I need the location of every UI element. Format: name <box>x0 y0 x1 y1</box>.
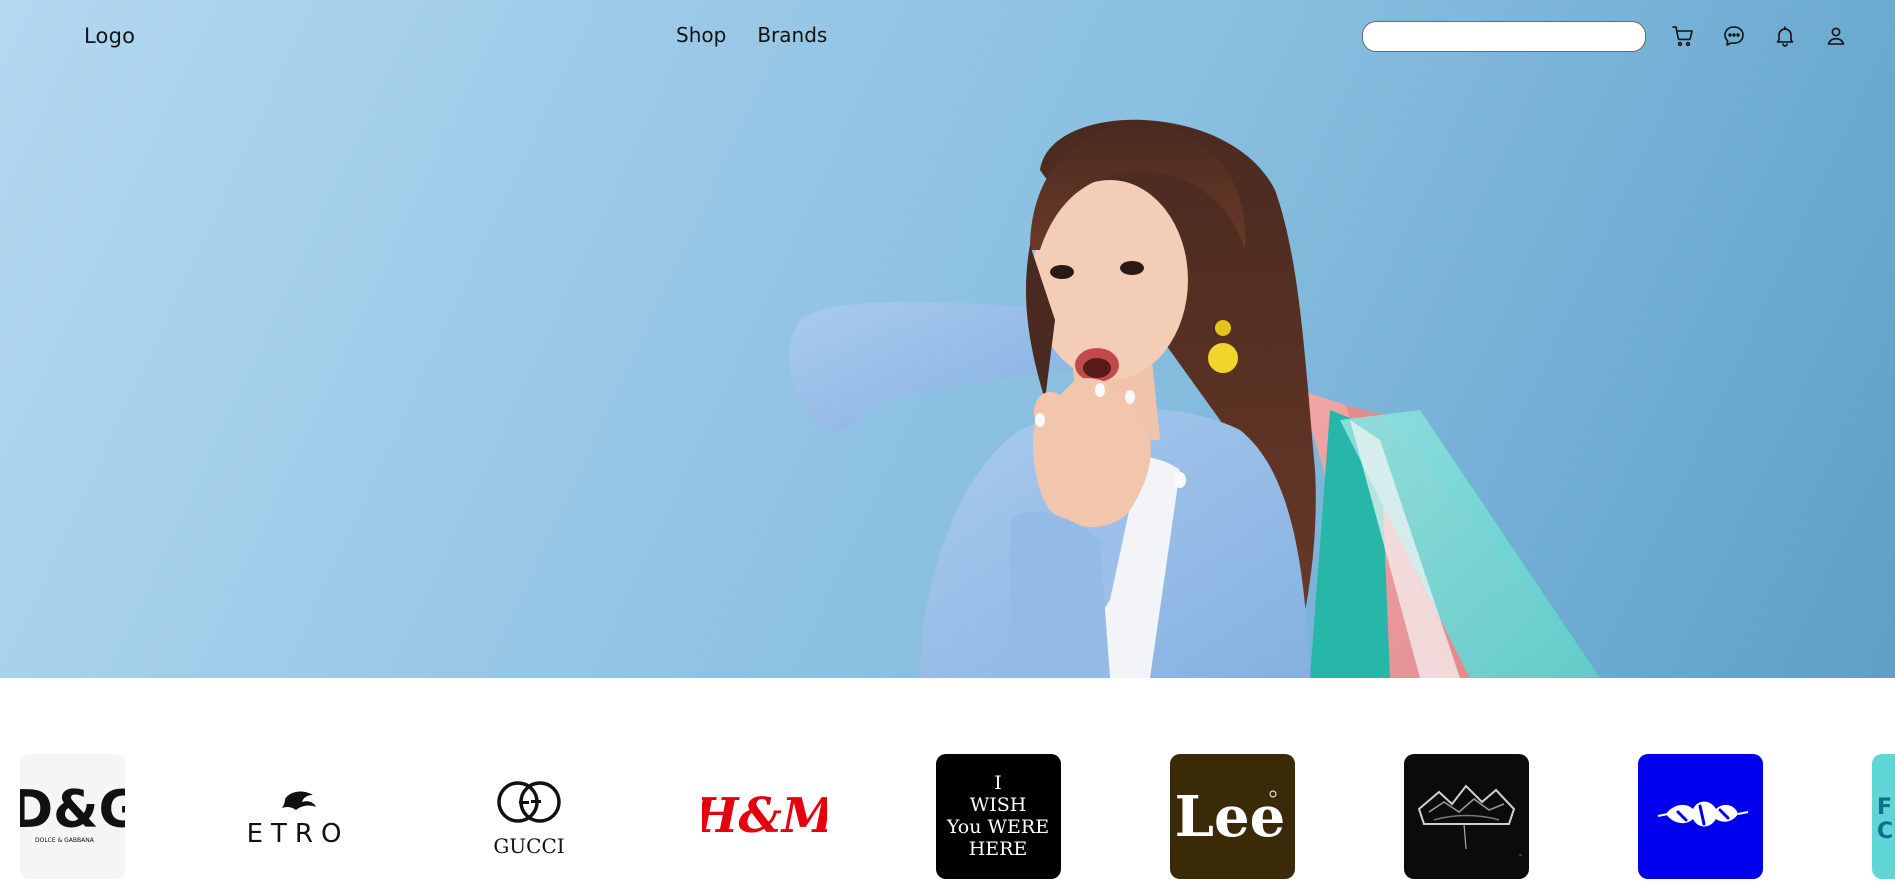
brand-logo-lee[interactable]: Lee <box>1170 754 1295 879</box>
brand-logo-partial[interactable]: F C <box>1872 754 1895 879</box>
brand-iwish-line3: You WERE <box>946 816 1049 838</box>
site-logo[interactable]: Logo <box>84 24 135 48</box>
brand-logo-etro[interactable]: ETRO <box>233 754 363 879</box>
brand-etro-text: ETRO <box>247 819 350 849</box>
brand-logo-dg[interactable]: D&G DOLCE & GABBANA <box>20 754 125 879</box>
svg-text:C: C <box>1877 819 1893 844</box>
brand-iwish-line1: I <box>994 772 1002 794</box>
cart-icon[interactable] <box>1670 22 1696 50</box>
svg-text:F: F <box>1877 795 1892 820</box>
brand-dg-mark: D&G <box>20 780 125 840</box>
search-input[interactable] <box>1362 21 1646 52</box>
svg-text:™: ™ <box>1518 854 1523 860</box>
brand-logo-gucci[interactable]: GUCCI <box>467 754 592 879</box>
brand-iwish-line2: WISH <box>970 794 1027 816</box>
header-icon-group <box>1670 22 1849 50</box>
hero-banner <box>0 0 1895 678</box>
brand-logo-iwish[interactable]: I WISH You WERE HERE <box>936 754 1061 879</box>
brand-gucci-text: GUCCI <box>493 834 564 858</box>
brand-logo-blue[interactable] <box>1638 754 1763 879</box>
nav-shop-link[interactable]: Shop <box>676 23 726 47</box>
main-nav: Shop Brands <box>676 23 827 47</box>
user-icon[interactable] <box>1823 22 1849 50</box>
brand-lee-text: Lee <box>1175 784 1286 850</box>
brand-iwish-line4: HERE <box>969 838 1028 860</box>
hero-image <box>788 119 1600 678</box>
brand-carousel: D&G DOLCE & GABBANA ETRO GUCCI H&M I <box>0 678 1895 885</box>
site-header: Logo Shop Brands <box>0 0 1895 74</box>
bell-icon[interactable] <box>1772 22 1798 50</box>
chat-icon[interactable] <box>1721 22 1747 50</box>
brand-logo-mountain[interactable]: ™ <box>1404 754 1529 879</box>
nav-brands-link[interactable]: Brands <box>757 23 827 47</box>
brand-hm-text: H&M <box>702 788 827 844</box>
brand-dg-subtext: DOLCE & GABBANA <box>35 837 95 844</box>
brand-logo-hm[interactable]: H&M <box>702 754 827 879</box>
